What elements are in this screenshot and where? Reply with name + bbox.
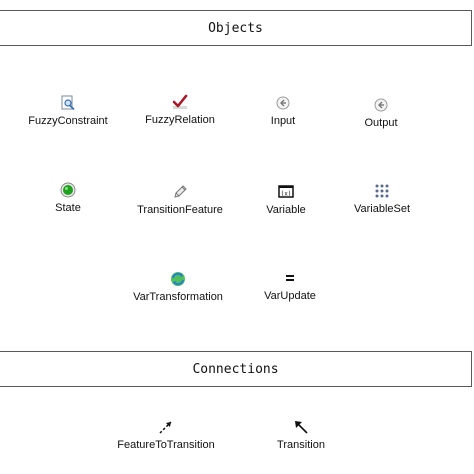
arrow-up-left-icon [295,421,308,434]
tool-vartransformation[interactable]: VarTransformation [118,271,238,311]
variable-box-icon: (x) [278,185,294,198]
magnifier-doc-icon [61,95,75,111]
tool-state[interactable]: State [8,182,128,222]
tool-label: FeatureToTransition [117,439,215,451]
tool-label: VarUpdate [264,290,316,302]
dashed-arrow-icon [159,421,172,434]
input-arrow-icon [276,96,290,110]
grid-dots-icon [375,184,389,198]
tool-label: VariableSet [353,203,411,215]
tool-label: FuzzyConstraint [28,115,108,127]
tool-label: VarTransformation [133,291,223,303]
svg-text:(x): (x) [281,191,292,198]
tool-label: Variable [266,204,306,216]
output-arrow-icon [374,98,388,112]
objects-section-title: Objects [208,20,263,36]
checkmark-red-icon [172,94,188,109]
tool-label: FuzzyRelation [145,114,215,126]
connections-section-header: Connections [0,351,472,387]
tool-transition[interactable]: Transition [241,419,361,459]
equals-icon [286,275,294,281]
tool-fuzzyrelation[interactable]: FuzzyRelation [120,94,240,134]
tool-output[interactable]: Output [321,97,441,137]
tool-fuzzyconstraint[interactable]: FuzzyConstraint [8,95,128,135]
pencil-icon [174,185,187,198]
tool-transitionfeature[interactable]: TransitionFeature [120,184,240,224]
refresh-globe-icon [171,272,185,286]
tool-label: State [55,202,81,214]
connections-section-title: Connections [192,361,279,377]
tool-label: TransitionFeature [137,204,223,216]
tool-variableset[interactable]: VariableSet [322,183,442,223]
objects-section-header: Objects [0,10,472,46]
tool-label: Input [270,115,296,127]
tool-label: Transition [277,439,325,451]
tool-featuretotransition[interactable]: FeatureToTransition [106,419,226,459]
tool-varupdate[interactable]: VarUpdate [230,270,350,310]
tool-label: Output [364,117,398,129]
green-circle-icon [60,182,76,198]
